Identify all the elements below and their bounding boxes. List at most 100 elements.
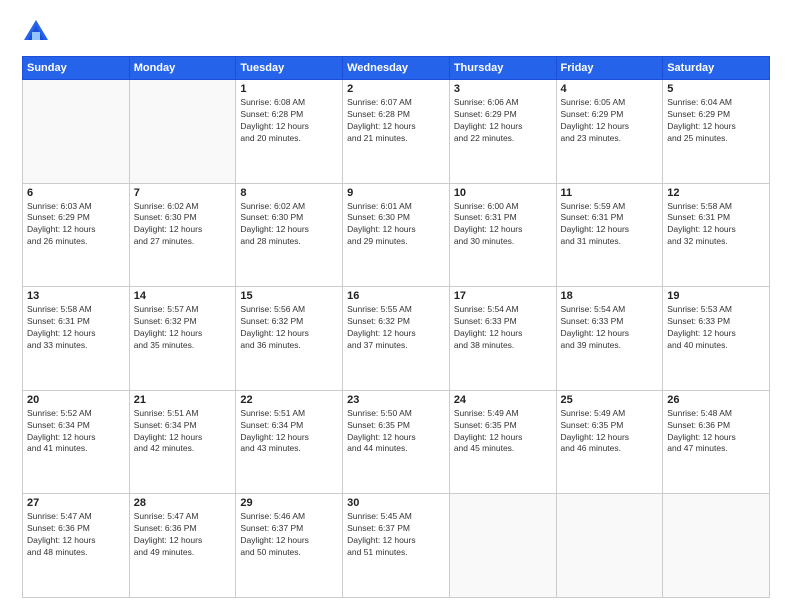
day-number: 4 — [561, 83, 659, 95]
day-number: 13 — [27, 290, 125, 302]
day-number: 17 — [454, 290, 552, 302]
day-info: Sunrise: 5:50 AM Sunset: 6:35 PM Dayligh… — [347, 408, 445, 456]
calendar-week-1: 6 Sunrise: 6:03 AM Sunset: 6:29 PM Daylig… — [23, 183, 770, 287]
calendar-cell: 22 Sunrise: 5:51 AM Sunset: 6:34 PM Dayli… — [236, 390, 343, 494]
day-number: 27 — [27, 497, 125, 509]
calendar-cell: 28Sunrise: 5:47 AM Sunset: 6:36 PM Dayli… — [129, 494, 236, 598]
day-number: 20 — [27, 394, 125, 406]
calendar-cell — [129, 80, 236, 184]
day-number: 5 — [667, 83, 765, 95]
day-info: Sunrise: 5:51 AM Sunset: 6:34 PM Dayligh… — [240, 408, 338, 456]
calendar-cell — [449, 494, 556, 598]
calendar-cell: 9 Sunrise: 6:01 AM Sunset: 6:30 PM Daylig… — [343, 183, 450, 287]
calendar-cell: 29 Sunrise: 5:46 AM Sunset: 6:37 PM Dayli… — [236, 494, 343, 598]
calendar-cell: 21 Sunrise: 5:51 AM Sunset: 6:34 PM Dayli… — [129, 390, 236, 494]
calendar-cell: 3Sunrise: 6:06 AM Sunset: 6:29 PM Daylig… — [449, 80, 556, 184]
day-info: Sunrise: 5:54 AM Sunset: 6:33 PM Dayligh… — [561, 304, 659, 352]
day-info: Sunrise: 6:00 AM Sunset: 6:31 PM Dayligh… — [454, 201, 552, 249]
calendar-cell: 27 Sunrise: 5:47 AM Sunset: 6:36 PM Dayli… — [23, 494, 130, 598]
day-info: Sunrise: 5:49 AM Sunset: 6:35 PM Dayligh… — [454, 408, 552, 456]
calendar-cell: 5Sunrise: 6:04 AM Sunset: 6:29 PM Daylig… — [663, 80, 770, 184]
day-number: 22 — [240, 394, 338, 406]
day-info: Sunrise: 6:08 AM Sunset: 6:28 PM Dayligh… — [240, 97, 338, 145]
calendar-cell: 17 Sunrise: 5:54 AM Sunset: 6:33 PM Dayli… — [449, 287, 556, 391]
calendar-week-4: 27 Sunrise: 5:47 AM Sunset: 6:36 PM Dayli… — [23, 494, 770, 598]
day-number: 21 — [134, 394, 232, 406]
calendar-cell: 1Sunrise: 6:08 AM Sunset: 6:28 PM Daylig… — [236, 80, 343, 184]
calendar-cell: 14 Sunrise: 5:57 AM Sunset: 6:32 PM Dayli… — [129, 287, 236, 391]
calendar-cell: 15 Sunrise: 5:56 AM Sunset: 6:32 PM Dayli… — [236, 287, 343, 391]
calendar-cell: 20 Sunrise: 5:52 AM Sunset: 6:34 PM Dayli… — [23, 390, 130, 494]
calendar-cell: 19 Sunrise: 5:53 AM Sunset: 6:33 PM Dayli… — [663, 287, 770, 391]
calendar-header-friday: Friday — [556, 57, 663, 80]
day-number: 10 — [454, 187, 552, 199]
calendar-cell: 13 Sunrise: 5:58 AM Sunset: 6:31 PM Dayli… — [23, 287, 130, 391]
calendar-week-2: 13 Sunrise: 5:58 AM Sunset: 6:31 PM Dayli… — [23, 287, 770, 391]
calendar-cell: 8 Sunrise: 6:02 AM Sunset: 6:30 PM Daylig… — [236, 183, 343, 287]
day-info: Sunrise: 5:57 AM Sunset: 6:32 PM Dayligh… — [134, 304, 232, 352]
day-info: Sunrise: 6:02 AM Sunset: 6:30 PM Dayligh… — [240, 201, 338, 249]
page: SundayMondayTuesdayWednesdayThursdayFrid… — [0, 0, 792, 612]
day-info: Sunrise: 5:51 AM Sunset: 6:34 PM Dayligh… — [134, 408, 232, 456]
logo — [22, 18, 54, 46]
day-info: Sunrise: 5:52 AM Sunset: 6:34 PM Dayligh… — [27, 408, 125, 456]
calendar-cell: 18 Sunrise: 5:54 AM Sunset: 6:33 PM Dayli… — [556, 287, 663, 391]
day-number: 19 — [667, 290, 765, 302]
day-number: 8 — [240, 187, 338, 199]
day-number: 7 — [134, 187, 232, 199]
calendar-cell: 7 Sunrise: 6:02 AM Sunset: 6:30 PM Daylig… — [129, 183, 236, 287]
logo-icon — [22, 18, 50, 46]
calendar-header-saturday: Saturday — [663, 57, 770, 80]
day-number: 12 — [667, 187, 765, 199]
day-number: 9 — [347, 187, 445, 199]
day-number: 14 — [134, 290, 232, 302]
day-number: 30 — [347, 497, 445, 509]
day-number: 3 — [454, 83, 552, 95]
calendar-cell: 26Sunrise: 5:48 AM Sunset: 6:36 PM Dayli… — [663, 390, 770, 494]
day-info: Sunrise: 5:45 AM Sunset: 6:37 PM Dayligh… — [347, 511, 445, 559]
day-info: Sunrise: 5:55 AM Sunset: 6:32 PM Dayligh… — [347, 304, 445, 352]
day-info: Sunrise: 6:05 AM Sunset: 6:29 PM Dayligh… — [561, 97, 659, 145]
calendar-cell: 6 Sunrise: 6:03 AM Sunset: 6:29 PM Daylig… — [23, 183, 130, 287]
calendar-cell: 24 Sunrise: 5:49 AM Sunset: 6:35 PM Dayli… — [449, 390, 556, 494]
day-number: 11 — [561, 187, 659, 199]
calendar-cell: 16 Sunrise: 5:55 AM Sunset: 6:32 PM Dayli… — [343, 287, 450, 391]
calendar-week-0: 1Sunrise: 6:08 AM Sunset: 6:28 PM Daylig… — [23, 80, 770, 184]
day-info: Sunrise: 5:58 AM Sunset: 6:31 PM Dayligh… — [667, 201, 765, 249]
day-info: Sunrise: 6:02 AM Sunset: 6:30 PM Dayligh… — [134, 201, 232, 249]
calendar-header-sunday: Sunday — [23, 57, 130, 80]
calendar-table: SundayMondayTuesdayWednesdayThursdayFrid… — [22, 56, 770, 598]
day-number: 15 — [240, 290, 338, 302]
calendar-cell — [556, 494, 663, 598]
calendar-cell: 25Sunrise: 5:49 AM Sunset: 6:35 PM Dayli… — [556, 390, 663, 494]
calendar-cell: 11 Sunrise: 5:59 AM Sunset: 6:31 PM Dayli… — [556, 183, 663, 287]
day-info: Sunrise: 5:53 AM Sunset: 6:33 PM Dayligh… — [667, 304, 765, 352]
day-info: Sunrise: 5:59 AM Sunset: 6:31 PM Dayligh… — [561, 201, 659, 249]
calendar-cell: 12 Sunrise: 5:58 AM Sunset: 6:31 PM Dayli… — [663, 183, 770, 287]
day-info: Sunrise: 5:47 AM Sunset: 6:36 PM Dayligh… — [134, 511, 232, 559]
calendar-cell: 30 Sunrise: 5:45 AM Sunset: 6:37 PM Dayli… — [343, 494, 450, 598]
day-number: 23 — [347, 394, 445, 406]
calendar-header-monday: Monday — [129, 57, 236, 80]
day-info: Sunrise: 6:07 AM Sunset: 6:28 PM Dayligh… — [347, 97, 445, 145]
calendar-header-tuesday: Tuesday — [236, 57, 343, 80]
day-number: 16 — [347, 290, 445, 302]
day-number: 26 — [667, 394, 765, 406]
calendar-week-3: 20 Sunrise: 5:52 AM Sunset: 6:34 PM Dayli… — [23, 390, 770, 494]
day-info: Sunrise: 5:58 AM Sunset: 6:31 PM Dayligh… — [27, 304, 125, 352]
day-info: Sunrise: 5:56 AM Sunset: 6:32 PM Dayligh… — [240, 304, 338, 352]
calendar-cell — [23, 80, 130, 184]
day-number: 24 — [454, 394, 552, 406]
calendar-cell: 23 Sunrise: 5:50 AM Sunset: 6:35 PM Dayli… — [343, 390, 450, 494]
day-info: Sunrise: 5:49 AM Sunset: 6:35 PM Dayligh… — [561, 408, 659, 456]
header — [22, 18, 770, 46]
day-number: 18 — [561, 290, 659, 302]
day-number: 29 — [240, 497, 338, 509]
day-info: Sunrise: 6:03 AM Sunset: 6:29 PM Dayligh… — [27, 201, 125, 249]
calendar-header-wednesday: Wednesday — [343, 57, 450, 80]
day-info: Sunrise: 6:01 AM Sunset: 6:30 PM Dayligh… — [347, 201, 445, 249]
day-info: Sunrise: 5:46 AM Sunset: 6:37 PM Dayligh… — [240, 511, 338, 559]
day-number: 6 — [27, 187, 125, 199]
day-info: Sunrise: 5:54 AM Sunset: 6:33 PM Dayligh… — [454, 304, 552, 352]
day-info: Sunrise: 5:47 AM Sunset: 6:36 PM Dayligh… — [27, 511, 125, 559]
